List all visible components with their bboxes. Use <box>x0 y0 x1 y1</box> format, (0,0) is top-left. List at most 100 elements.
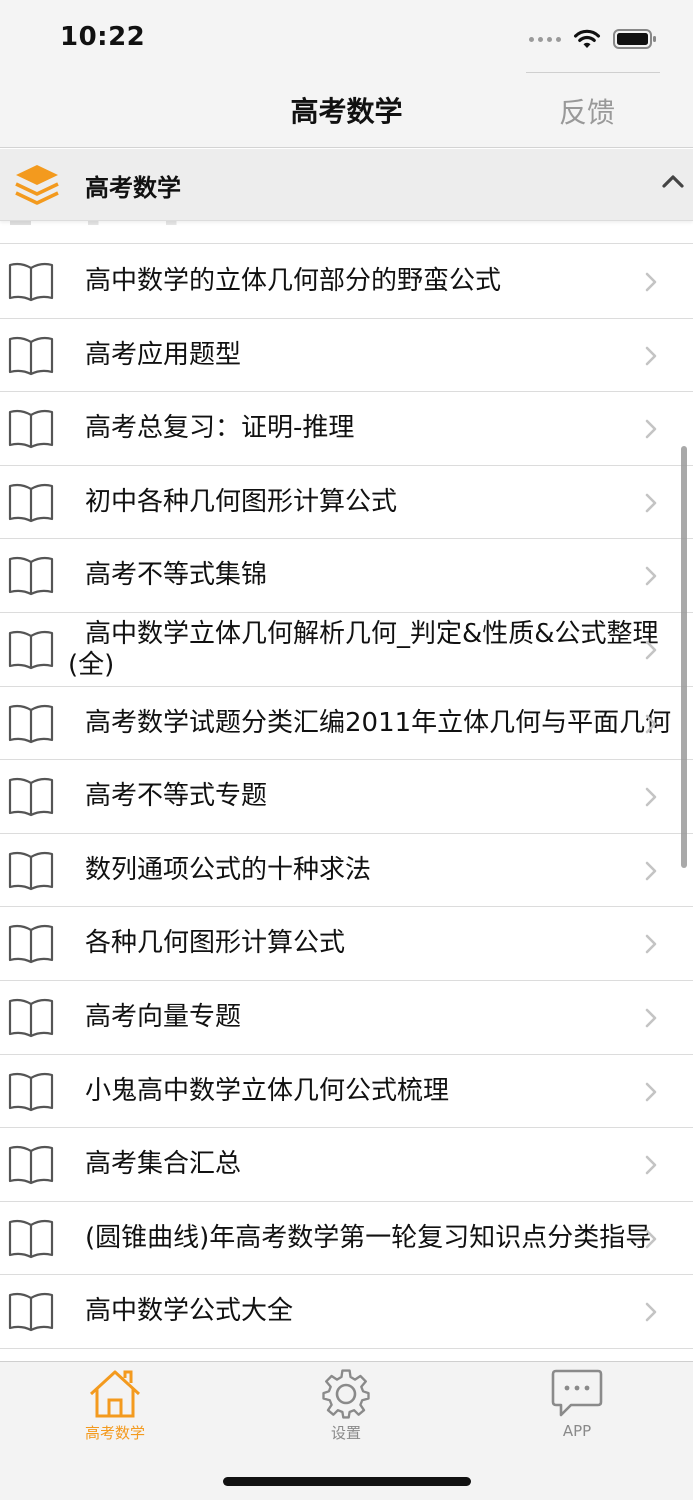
gear-icon <box>322 1369 370 1419</box>
list-item-text: 高考应用题型 <box>85 339 242 370</box>
list-item[interactable]: (圆锥曲线)年高考数学第一轮复习知识点分类指导 <box>0 1202 693 1276</box>
book-icon <box>7 996 55 1038</box>
list-item-text: 高中数学公式大全 <box>85 1296 294 1327</box>
list-item[interactable]: 高考不等式专题 <box>0 760 693 834</box>
section-title: 高考数学 <box>85 174 181 202</box>
list-item[interactable]: 高考向量专题 <box>0 981 693 1055</box>
list-item-text: 高考不等式专题 <box>85 781 268 812</box>
chevron-right-icon <box>645 861 657 881</box>
list-item-title: 高考集合汇总 <box>68 1128 681 1201</box>
book-icon <box>7 554 55 596</box>
list-item-title: 高考不等式集锦 <box>68 539 681 612</box>
chevron-right-icon <box>645 934 657 954</box>
list-item-text: (圆锥曲线)年高考数学第一轮复习知识点分类指导 <box>85 1222 652 1253</box>
list-item-title: 高考不等式专题 <box>68 760 681 833</box>
house-icon <box>89 1370 141 1418</box>
battery-icon <box>613 29 656 49</box>
list-item[interactable]: 高中数学的立体几何部分的野蛮公式 <box>0 245 693 319</box>
scrollbar[interactable] <box>681 446 687 868</box>
book-icon <box>7 922 55 964</box>
list-item-text: 高考总复习：证明-推理 <box>85 413 355 444</box>
tab-label-home: 高考数学 <box>84 1424 145 1442</box>
chevron-right-icon <box>645 493 657 513</box>
list-item[interactable]: 高考数学试题分类汇编2011年立体几何与平面几何 <box>0 687 693 761</box>
list-item-text: 高考数学试题分类汇编2011年立体几何与平面几何 <box>85 707 672 738</box>
article-list[interactable]: 高中数学的立体几何部分的野蛮公式 高考应用题型高考总复习：证明-推理初中各种几何图… <box>0 221 693 1361</box>
list-item-title: (圆锥曲线)年高考数学第一轮复习知识点分类指导 <box>68 1202 681 1275</box>
chevron-right-icon <box>645 1155 657 1175</box>
list-item-title: 各种几何图形计算公式 <box>68 907 681 980</box>
chevron-right-icon <box>645 1008 657 1028</box>
list-item[interactable]: 各种几何图形计算公式 <box>0 907 693 981</box>
navigation-bar: 10:22 高考数学 反馈 <box>0 0 693 148</box>
list-item-title: 高中数学的立体几何部分的野蛮公式 <box>68 245 681 318</box>
tab-home[interactable]: 高考数学 <box>45 1368 185 1448</box>
chevron-up-icon[interactable] <box>661 173 685 189</box>
list-item-text: 数列通项公式的十种求法 <box>85 854 372 885</box>
book-icon <box>7 1143 55 1185</box>
book-icon <box>7 628 55 670</box>
list-item-title: 小鬼高中数学立体几何公式梳理 <box>68 1055 681 1128</box>
chevron-right-icon <box>645 1082 657 1102</box>
list-item-text: 各种几何图形计算公式 <box>85 928 346 959</box>
list-item-text: 高中数学的立体几何部分的野蛮公式 <box>85 266 502 296</box>
tab-label-app: APP <box>562 1422 592 1440</box>
list-item[interactable]: 高中数学立体几何解析几何_判定&性质&公式整理(全) <box>0 613 693 687</box>
list-item-title: 高中数学公式大全 <box>68 1275 681 1348</box>
chevron-right-icon <box>645 272 657 292</box>
home-indicator <box>223 1477 471 1486</box>
list-item[interactable]: 小鬼高中数学立体几何公式梳理 <box>0 1055 693 1129</box>
chevron-right-icon <box>645 787 657 807</box>
list-item-title: 高考向量专题 <box>68 981 681 1054</box>
list-item[interactable]: 高中数学公式大全 <box>0 1275 693 1349</box>
tab-app[interactable]: APP <box>507 1368 647 1448</box>
status-time: 10:22 <box>60 22 146 52</box>
book-icon <box>7 407 55 449</box>
chevron-right-icon <box>645 346 657 366</box>
chevron-right-icon <box>645 419 657 439</box>
list-item-text: 初中各种几何图形计算公式 <box>85 486 398 517</box>
list-item[interactable]: 高考应用题型 <box>0 319 693 393</box>
chevron-right-icon <box>645 566 657 586</box>
list-item[interactable]: 高考不等式集锦 <box>0 539 693 613</box>
tab-label-settings: 设置 <box>330 1424 361 1442</box>
book-icon <box>7 1290 55 1332</box>
list-item-text: 高考向量专题 <box>85 1002 242 1032</box>
chevron-right-icon <box>645 1302 657 1322</box>
book-icon <box>7 849 55 891</box>
book-icon <box>7 702 55 744</box>
list-item[interactable]: 高考集合汇总 <box>0 1128 693 1202</box>
status-divider <box>526 72 660 73</box>
wifi-icon <box>574 29 600 48</box>
section-header[interactable]: 高考数学 <box>0 149 693 221</box>
list-item-partial <box>0 1349 693 1361</box>
book-icon <box>7 481 55 523</box>
list-item-text: 高中数学立体几何解析几何_判定&性质&公式整理(全) <box>68 618 659 680</box>
book-icon <box>7 260 55 302</box>
list-item[interactable]: 初中各种几何图形计算公式 <box>0 466 693 540</box>
list-item-title: 高中数学立体几何解析几何_判定&性质&公式整理(全) <box>68 613 681 686</box>
list-item-title: 高考总复习：证明-推理 <box>68 392 681 465</box>
list-item-text: 小鬼高中数学立体几何公式梳理 <box>85 1075 450 1106</box>
list-item-title: 初中各种几何图形计算公式 <box>68 466 681 539</box>
layers-icon <box>15 165 59 205</box>
list-item-title: 数列通项公式的十种求法 <box>68 834 681 907</box>
chevron-right-icon <box>645 1229 657 1249</box>
list-item-text: 高考集合汇总 <box>85 1149 242 1180</box>
chevron-right-icon <box>645 640 657 660</box>
list-item[interactable]: 高考总复习：证明-推理 <box>0 392 693 466</box>
chat-bubble-icon <box>551 1369 603 1417</box>
list-item[interactable]: 数列通项公式的十种求法 <box>0 834 693 908</box>
tab-settings[interactable]: 设置 <box>276 1368 416 1448</box>
book-icon <box>7 334 55 376</box>
list-item-title: 高考应用题型 <box>68 319 681 392</box>
book-icon <box>7 1070 55 1112</box>
feedback-button[interactable]: 反馈 <box>559 91 615 131</box>
chevron-right-icon <box>645 714 657 734</box>
status-icons <box>529 24 657 54</box>
list-item-text: 高考不等式集锦 <box>85 560 268 591</box>
list-item-partial <box>0 221 693 244</box>
cellular-signal-icon <box>529 36 561 42</box>
book-icon <box>7 775 55 817</box>
book-icon <box>7 1217 55 1259</box>
